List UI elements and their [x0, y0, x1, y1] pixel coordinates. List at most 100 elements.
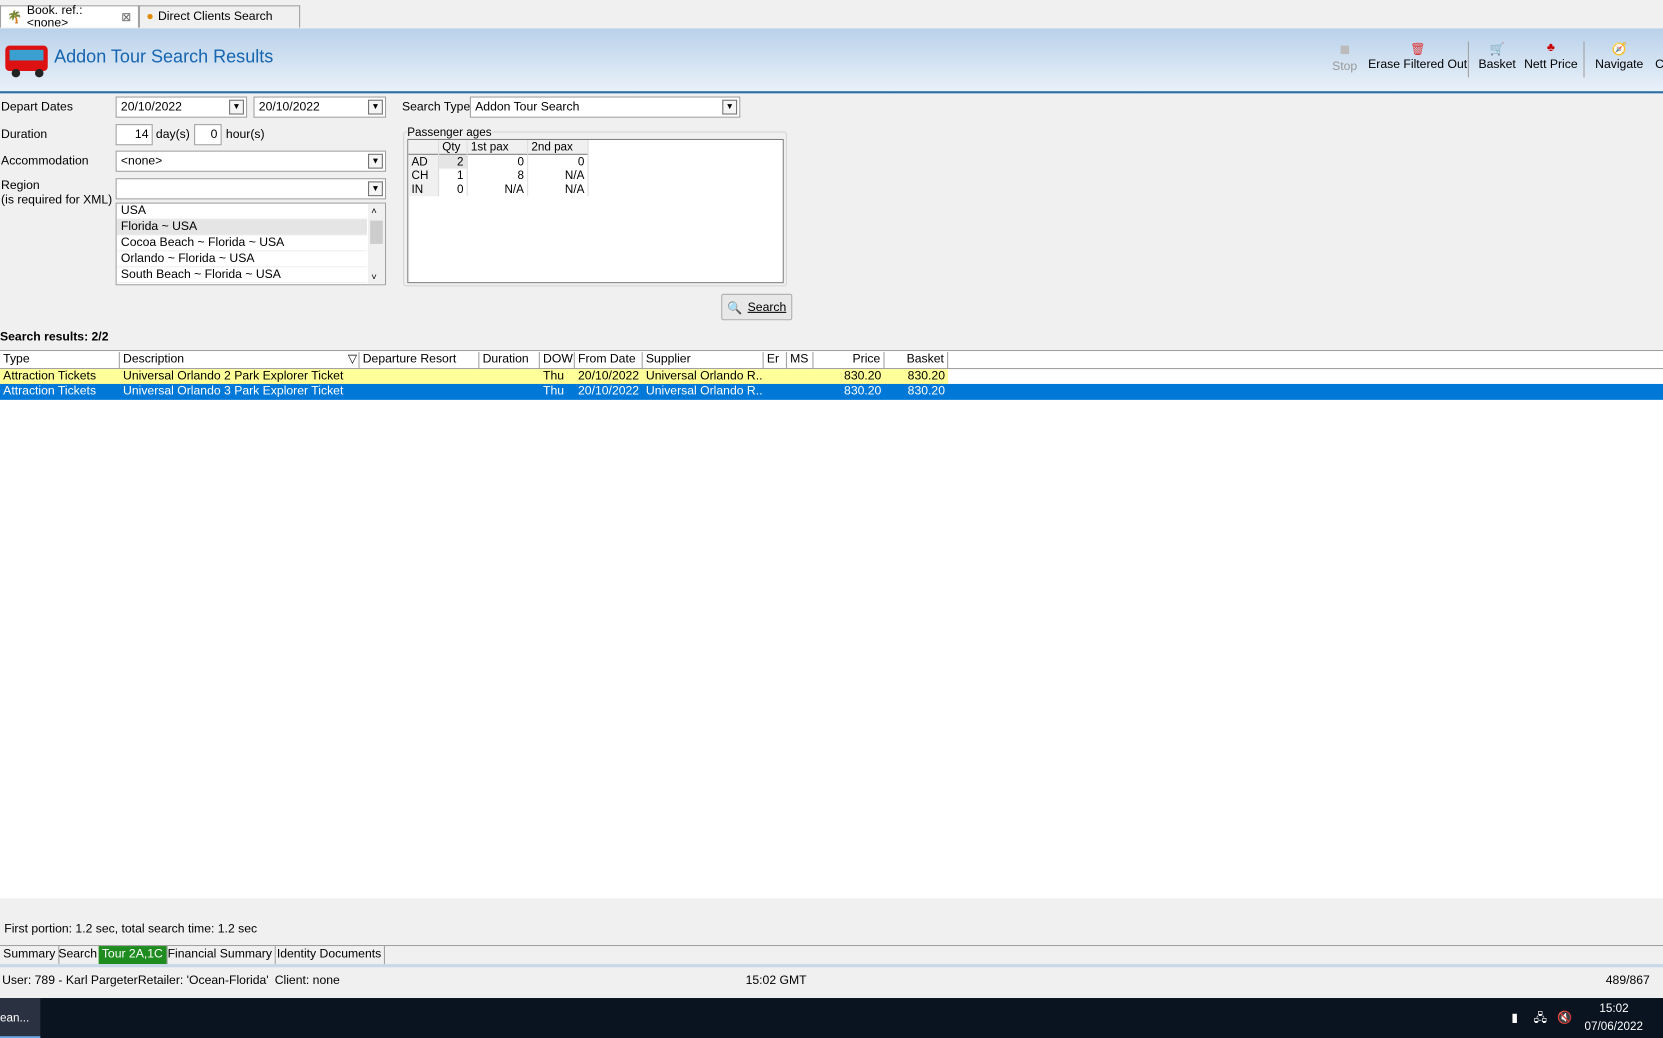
search-type-select[interactable]: Addon Tour Search ▼	[469, 96, 741, 118]
label: Erase Filtered Out	[1368, 58, 1468, 72]
status-user: User: 789 - Karl Pargeter	[2, 974, 138, 988]
tab-direct-clients-search[interactable]: ● Direct Clients Search	[138, 5, 301, 28]
passenger-ages-grid[interactable]: Qty 1st pax 2nd pax AD 2 0 0 CH 1 8 N/A IN 0 N/A…	[407, 138, 784, 284]
label: Navigate	[1595, 58, 1644, 72]
nett-price-button[interactable]: ♣ Nett Price	[1524, 41, 1578, 71]
depart-from-field[interactable]: 20/10/2022 ▼	[115, 96, 248, 118]
stop-button[interactable]: Stop	[1332, 41, 1357, 73]
bottom-tab-summary[interactable]: Summary	[0, 946, 60, 965]
pax-header: Qty	[438, 139, 468, 155]
scrollbar[interactable]: ˄ ˅	[368, 203, 385, 285]
network-icon[interactable]: 🖧	[1534, 1010, 1548, 1030]
taskbar-app[interactable]: ean...	[0, 998, 41, 1038]
region-option[interactable]: Cocoa Beach ~ Florida ~ USA	[116, 235, 367, 252]
pax-age[interactable]: N/A	[467, 182, 529, 197]
dropdown-arrow-icon[interactable]: ▼	[368, 99, 383, 115]
region-option[interactable]: Orlando ~ Florida ~ USA	[116, 251, 367, 268]
clock-time[interactable]: 15:02	[1599, 1002, 1628, 1015]
palm-tree-icon: 🌴	[7, 11, 23, 25]
clock-date[interactable]: 07/06/2022	[1585, 1020, 1643, 1033]
scroll-down-icon[interactable]: ˅	[371, 272, 377, 283]
results-grid[interactable]: Type Description Departure Resort Duration D…	[0, 349, 1663, 899]
pax-qty[interactable]: 1	[438, 168, 468, 183]
days-unit: day(s)	[155, 128, 190, 142]
taskbar: ean... ▮ 🖧 🔇 15:02 07/06/2022	[0, 998, 1663, 1038]
value: <none>	[120, 154, 163, 168]
passenger-ages-label: Passenger ages	[407, 126, 492, 139]
table-cell: Universal Orlando 3 Park Explorer Ticket	[123, 384, 344, 398]
pax-qty[interactable]: 0	[438, 182, 468, 197]
table-cell: 830.20	[907, 370, 945, 383]
region-option-selected[interactable]: Florida ~ USA	[116, 219, 367, 236]
dropdown-arrow-icon[interactable]: ▼	[368, 181, 383, 197]
tab-booking[interactable]: 🌴 Book. ref.: <none> ⊠	[0, 4, 139, 30]
column-header[interactable]: Duration	[479, 352, 540, 370]
close-icon[interactable]: ⊠	[121, 10, 131, 25]
pax-age[interactable]: 0	[527, 154, 589, 169]
pax-age[interactable]: N/A	[527, 182, 589, 197]
erase-filtered-out-button[interactable]: 🗑 Erase Filtered Out	[1368, 41, 1467, 71]
status-retailer: Retailer: 'Ocean-Florida'	[137, 974, 269, 988]
dropdown-arrow-icon[interactable]: ▼	[722, 99, 738, 115]
column-header[interactable]: Er	[764, 352, 787, 370]
value: Addon Tour Search	[475, 100, 580, 114]
pax-row-in: IN 0 N/A N/A	[408, 182, 589, 197]
grid-header: Type Description Departure Resort Duration D…	[0, 352, 1663, 370]
value: 20/10/2022	[120, 100, 182, 114]
pax-header: 2nd pax	[527, 139, 589, 155]
column-header[interactable]: Type	[0, 352, 120, 370]
depart-to-field[interactable]: 20/10/2022 ▼	[253, 96, 387, 118]
navigate-button[interactable]: 🧭 Navigate	[1595, 41, 1643, 71]
filter-icon[interactable]: ▽	[345, 352, 361, 369]
page-header: Addon Tour Search Results Stop 🗑 Erase Fi…	[0, 28, 1663, 94]
column-header[interactable]: MS	[787, 352, 814, 370]
region-list[interactable]: USA Florida ~ USA Cocoa Beach ~ Florida …	[115, 202, 387, 286]
region-option[interactable]: South Beach ~ Florida ~ USA	[116, 267, 367, 284]
label: Cl	[1655, 58, 1663, 71]
region-select[interactable]: ▼	[115, 178, 387, 200]
bottom-tab-search[interactable]: Search	[55, 946, 102, 965]
pax-type: CH	[408, 168, 440, 183]
page-title: Addon Tour Search Results	[54, 46, 274, 67]
compass-icon: 🧭	[1611, 43, 1627, 57]
duration-label: Duration	[1, 128, 48, 142]
column-header[interactable]: Price	[813, 352, 885, 370]
column-header[interactable]: Basket	[885, 352, 949, 370]
accommodation-select[interactable]: <none> ▼	[115, 150, 387, 172]
scroll-thumb[interactable]	[370, 220, 383, 244]
erase-icon: 🗑	[1410, 43, 1426, 57]
value: 20/10/2022	[258, 100, 320, 114]
column-header[interactable]: Description	[120, 352, 360, 370]
close-button[interactable]: Cl	[1653, 41, 1663, 71]
pax-age[interactable]: 0	[467, 154, 529, 169]
table-row-selected[interactable]: Attraction Tickets Universal Orlando 3 Pa…	[0, 383, 1663, 400]
column-header[interactable]: DOW	[540, 352, 575, 370]
dropdown-arrow-icon[interactable]: ▼	[229, 99, 244, 115]
label: Basket	[1478, 58, 1516, 72]
search-button[interactable]: 🔍 Search	[721, 293, 793, 321]
search-results-count: Search results: 2/2	[0, 330, 109, 344]
volume-muted-icon[interactable]: 🔇	[1557, 1010, 1572, 1025]
dropdown-arrow-icon[interactable]: ▼	[368, 153, 383, 169]
basket-button[interactable]: 🛒 Basket	[1478, 41, 1515, 71]
region-option[interactable]: USA	[116, 204, 367, 220]
column-header[interactable]: From Date	[575, 352, 643, 370]
pax-row-ad: AD 2 0 0	[408, 154, 589, 169]
app-tray-icon[interactable]: ▮	[1511, 1010, 1518, 1025]
bottom-tab-identity-documents[interactable]: Identity Documents	[274, 946, 386, 965]
days-input[interactable]: 14	[115, 124, 153, 146]
scroll-up-icon[interactable]: ˄	[371, 206, 377, 217]
bottom-tab-tour[interactable]: Tour 2A,1C	[98, 946, 168, 965]
bottom-tab-financial-summary[interactable]: Financial Summary	[164, 946, 277, 965]
hours-input[interactable]: 0	[194, 124, 222, 146]
pax-age[interactable]: N/A	[527, 168, 589, 183]
table-cell: 20/10/2022	[578, 384, 640, 398]
table-cell: 830.20	[844, 370, 882, 383]
table-row[interactable]: Attraction Tickets Universal Orlando 2 Pa…	[0, 369, 949, 385]
pax-qty[interactable]: 2	[438, 154, 468, 169]
pax-age[interactable]: 8	[467, 168, 529, 183]
column-header[interactable]: Departure Resort	[360, 352, 480, 370]
column-header[interactable]: Supplier	[643, 352, 764, 370]
cart-icon: 🛒	[1489, 43, 1505, 57]
label: Nett Price	[1524, 58, 1578, 72]
